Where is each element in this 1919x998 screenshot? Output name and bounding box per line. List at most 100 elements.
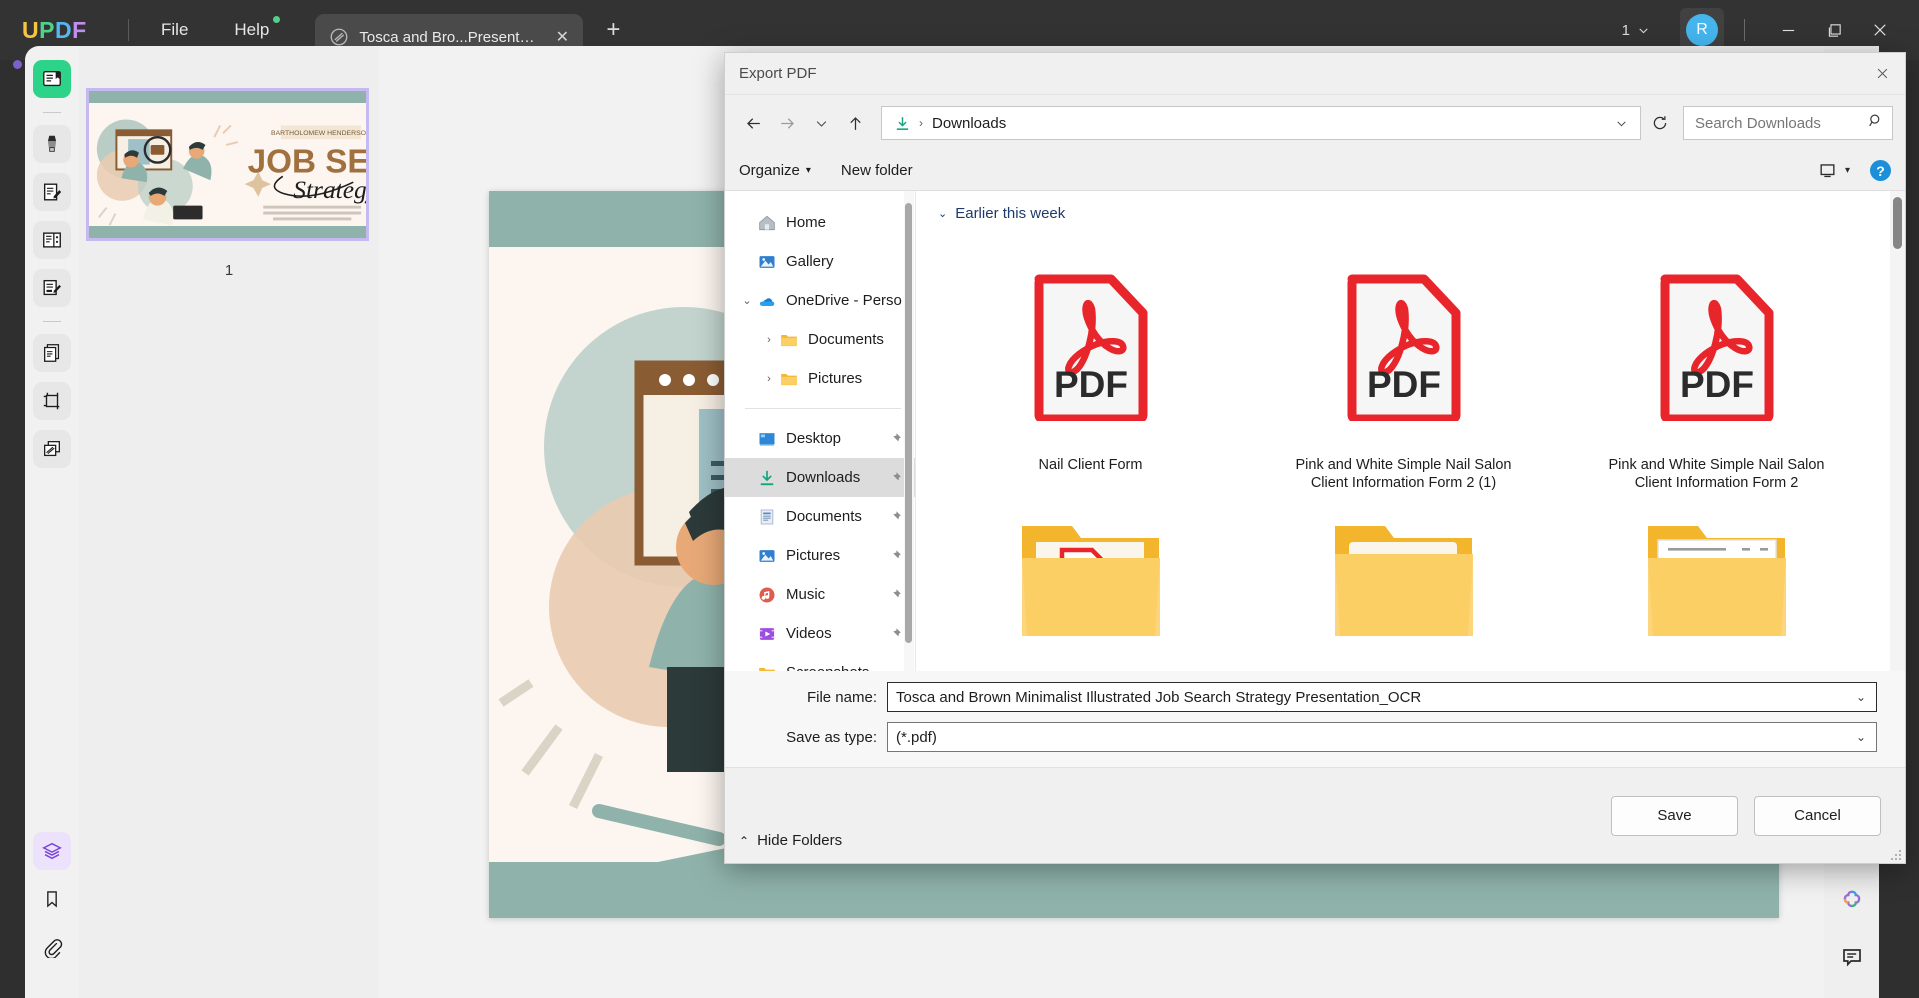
menu-help[interactable]: Help: [220, 14, 283, 46]
rail-sign[interactable]: [33, 269, 71, 307]
tree-item-music[interactable]: Music: [725, 575, 915, 614]
new-folder-button[interactable]: New folder: [841, 162, 913, 179]
breadcrumb-separator: ›: [919, 116, 923, 130]
comment[interactable]: [1840, 945, 1864, 974]
folder-item[interactable]: [934, 506, 1247, 666]
back-button[interactable]: [737, 107, 769, 139]
page-thumbnail[interactable]: BARTHOLOMEW HENDERSON JOB SEARCH Strateg…: [86, 88, 369, 241]
twisty-expanded[interactable]: ⌄: [737, 294, 757, 307]
tree-item-onedrive[interactable]: ⌄ OneDrive - Perso: [725, 281, 915, 320]
file-list-pane[interactable]: ⌄ Earlier this week PDF Nail C: [915, 191, 1905, 671]
document-icon: [329, 27, 349, 47]
rail-edit[interactable]: [33, 173, 71, 211]
tab-close-icon[interactable]: ✕: [551, 26, 573, 48]
page-count-selector[interactable]: 1: [1614, 17, 1658, 44]
rail-reader[interactable]: [33, 60, 71, 98]
music-icon: [757, 585, 777, 605]
file-group-header[interactable]: ⌄ Earlier this week: [916, 191, 1905, 222]
thumbnail-panel[interactable]: BARTHOLOMEW HENDERSON JOB SEARCH Strateg…: [79, 46, 379, 998]
gallery-icon: [757, 252, 777, 272]
tree-item-home[interactable]: Home: [725, 203, 915, 242]
save-type-select[interactable]: (*.pdf) ⌄: [887, 722, 1877, 752]
navigation-tree[interactable]: Home Gallery ⌄: [725, 191, 915, 671]
chevron-down-icon[interactable]: ⌄: [1848, 730, 1874, 744]
pin-icon[interactable]: [888, 509, 903, 524]
file-list-scrollbar-thumb[interactable]: [1893, 197, 1902, 249]
tree-item-onedrive-pictures[interactable]: › Pictures: [725, 359, 915, 398]
rail-bookmark[interactable]: [33, 880, 71, 918]
search-input[interactable]: Search Downloads: [1683, 106, 1893, 140]
restore-icon[interactable]: [1811, 10, 1857, 50]
file-item[interactable]: PDF Pink and White Simple Nail Salon Cli…: [1247, 234, 1560, 506]
tree-item-pictures[interactable]: Pictures: [725, 536, 915, 575]
cancel-button[interactable]: Cancel: [1754, 796, 1881, 836]
rail-crop[interactable]: [33, 382, 71, 420]
left-tool-rail: [25, 46, 79, 998]
twisty[interactable]: ›: [759, 373, 779, 385]
help-notification-dot: [273, 16, 280, 23]
rail-attachment[interactable]: [33, 928, 71, 966]
resize-grip-icon[interactable]: [1890, 849, 1902, 861]
pin-icon[interactable]: [888, 548, 903, 563]
forward-button[interactable]: [771, 107, 803, 139]
twisty[interactable]: ›: [759, 334, 779, 346]
view-mode-button[interactable]: ▾: [1818, 161, 1850, 180]
pin-icon[interactable]: [888, 587, 903, 602]
tree-item-downloads[interactable]: Downloads: [725, 458, 915, 497]
twisty-expanded[interactable]: ⌄: [938, 207, 947, 220]
folder-icon: [1263, 516, 1544, 646]
file-item[interactable]: PDF Nail Client Form: [934, 234, 1247, 506]
rail-layers[interactable]: [33, 832, 71, 870]
hide-folders-button[interactable]: ⌃ Hide Folders: [739, 832, 842, 849]
recent-locations-button[interactable]: [805, 107, 837, 139]
folder-icon: [757, 663, 777, 672]
rail-annotate[interactable]: [33, 125, 71, 163]
help-icon[interactable]: ?: [1870, 160, 1891, 181]
pin-icon[interactable]: [888, 431, 903, 446]
ai-assistant[interactable]: [1838, 888, 1866, 921]
tree-item-videos[interactable]: Videos: [725, 614, 915, 653]
command-bar-right: ▾ ?: [1818, 160, 1891, 181]
folder-item[interactable]: [1247, 506, 1560, 666]
tree-scrollbar[interactable]: [904, 191, 914, 671]
file-list-scrollbar[interactable]: [1890, 191, 1905, 671]
tree-item-desktop[interactable]: Desktop: [725, 419, 915, 458]
thumbnail-page-number: 1: [79, 262, 379, 279]
search-placeholder: Search Downloads: [1695, 115, 1821, 132]
save-button[interactable]: Save: [1611, 796, 1738, 836]
file-item[interactable]: PDF Pink and White Simple Nail Salon Cli…: [1560, 234, 1873, 506]
pin-icon[interactable]: [888, 626, 903, 641]
tree-scrollbar-thumb[interactable]: [905, 203, 912, 643]
address-bar[interactable]: › Downloads: [881, 106, 1641, 140]
folder-with-form-icon: [1576, 516, 1857, 646]
tree-item-gallery[interactable]: Gallery: [725, 242, 915, 281]
close-icon[interactable]: [1857, 10, 1903, 50]
tree-item-label: Gallery: [786, 253, 834, 270]
file-dialog-command-bar: Organize ▾ New folder ▾ ?: [725, 151, 1905, 191]
save-type-row: Save as type: (*.pdf) ⌄: [725, 721, 1877, 753]
rail-form[interactable]: [33, 221, 71, 259]
up-button[interactable]: [839, 107, 871, 139]
tree-item-onedrive-documents[interactable]: › Documents: [725, 320, 915, 359]
folder-item[interactable]: [1560, 506, 1873, 666]
chevron-down-icon[interactable]: ⌄: [1848, 690, 1874, 704]
rail-compare[interactable]: [33, 430, 71, 468]
rail-page-organize[interactable]: [33, 334, 71, 372]
rail-indicator-dot: [13, 60, 22, 69]
folder-with-pdf-icon: [950, 516, 1231, 646]
downloads-icon: [894, 115, 911, 132]
save-type-label: Save as type:: [725, 729, 887, 746]
refresh-icon[interactable]: [1643, 106, 1677, 140]
minimize-icon[interactable]: [1765, 10, 1811, 50]
tree-item-documents[interactable]: Documents: [725, 497, 915, 536]
address-dropdown-icon[interactable]: [1606, 108, 1636, 138]
menu-file[interactable]: File: [147, 14, 202, 46]
dialog-close-icon[interactable]: [1859, 53, 1905, 95]
file-name-label: File name:: [725, 689, 887, 706]
file-name-input[interactable]: Tosca and Brown Minimalist Illustrated J…: [887, 682, 1877, 712]
tree-item-screenshots[interactable]: Screenshots: [725, 653, 915, 671]
edit-document-icon: [41, 181, 63, 203]
new-tab-icon[interactable]: +: [599, 16, 627, 44]
organize-button[interactable]: Organize ▾: [739, 162, 811, 179]
pin-icon[interactable]: [888, 470, 903, 485]
